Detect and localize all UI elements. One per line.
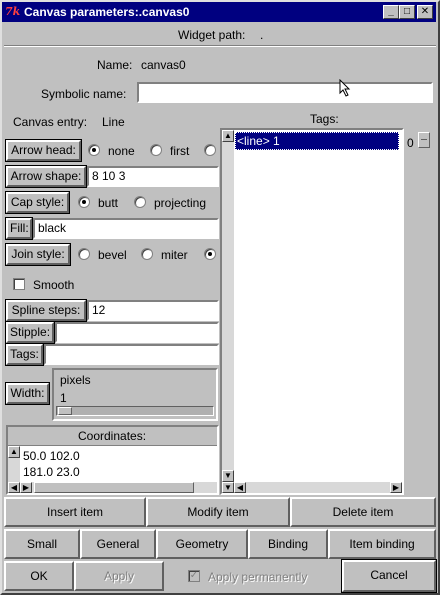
tags-hscrollbar[interactable]: ▼ ◀ ▶: [222, 482, 402, 493]
join-style-round-radio[interactable]: [204, 248, 216, 260]
join-style-miter-label: miter: [161, 248, 188, 262]
cap-style-button[interactable]: Cap style:: [5, 191, 70, 214]
arrow-head-none-radio[interactable]: [88, 144, 100, 156]
widget-path-row: Widget path: .: [4, 24, 436, 46]
insert-item-button[interactable]: Insert item: [4, 497, 146, 527]
coords-scroll-up-icon[interactable]: ▲: [8, 446, 20, 458]
tags-scroll-left-icon[interactable]: ◀: [234, 482, 246, 493]
width-button[interactable]: Width:: [5, 382, 50, 405]
cap-style-projecting-radio[interactable]: [134, 196, 146, 208]
arrow-head-button[interactable]: Arrow head:: [5, 139, 82, 162]
join-style-miter-radio[interactable]: [141, 248, 153, 260]
spline-steps-input[interactable]: 12: [87, 300, 219, 321]
arrow-shape-button[interactable]: Arrow shape:: [5, 165, 87, 188]
stipple-input[interactable]: [55, 322, 219, 343]
width-unit-label: pixels: [60, 373, 91, 387]
widget-path-value: .: [260, 28, 264, 42]
width-value: 1: [60, 391, 67, 405]
fill-input[interactable]: black: [33, 218, 219, 239]
cap-style-butt-radio[interactable]: [78, 196, 90, 208]
tk-app-icon: 7k: [5, 5, 21, 18]
tags-scroll-down-icon[interactable]: ▼: [222, 470, 234, 482]
arrow-head-none-label: none: [108, 144, 135, 158]
tags-side-scale-thumb[interactable]: [418, 132, 430, 148]
tab-item-binding[interactable]: Item binding: [328, 529, 436, 559]
join-style-button[interactable]: Join style:: [5, 243, 71, 266]
apply-permanently-checkbox[interactable]: ✓: [188, 570, 200, 582]
cap-style-projecting-label: projecting: [154, 196, 207, 210]
apply-button[interactable]: Apply: [74, 561, 164, 591]
arrow-head-first-radio[interactable]: [150, 144, 162, 156]
cap-style-butt-label: butt: [98, 196, 119, 210]
modify-item-button[interactable]: Modify item: [146, 497, 290, 527]
apply-permanently-label: Apply permanently: [208, 570, 308, 584]
spline-steps-button[interactable]: Spline steps:: [5, 299, 87, 322]
tags-button[interactable]: Tags:: [5, 343, 44, 366]
stipple-button[interactable]: Stipple:: [5, 321, 55, 344]
tags-list-header: Tags:: [310, 112, 339, 126]
coords-hscroll-thumb[interactable]: [34, 482, 194, 493]
tags-input[interactable]: [44, 344, 219, 365]
width-slider-track[interactable]: [56, 406, 214, 416]
tags-scroll-right-icon[interactable]: ▶: [390, 482, 402, 493]
coordinates-hscrollbar[interactable]: ◀ ▶: [8, 482, 217, 493]
coords-scroll-right-icon[interactable]: ▶: [20, 482, 32, 493]
tags-scroll-up-icon[interactable]: ▲: [222, 130, 234, 142]
arrow-head-first-label: first: [170, 144, 190, 158]
name-value: canvas0: [141, 58, 186, 72]
coordinate-line: 181.0 23.0: [23, 465, 80, 479]
delete-item-button[interactable]: Delete item: [290, 497, 436, 527]
title-bar[interactable]: 7k Canvas parameters:.canvas0 _ □ ✕: [2, 2, 436, 22]
symbolic-name-label: Symbolic name:: [41, 87, 127, 101]
join-style-bevel-label: bevel: [98, 248, 127, 262]
window-title: Canvas parameters:.canvas0: [24, 5, 190, 19]
mouse-cursor-icon: [339, 79, 351, 97]
cancel-button[interactable]: Cancel: [341, 559, 437, 593]
coordinate-line: 50.0 102.0: [23, 449, 80, 463]
minimize-button[interactable]: _: [383, 5, 399, 19]
smooth-label: Smooth: [33, 278, 75, 292]
name-label: Name:: [97, 58, 133, 72]
tab-small[interactable]: Small: [4, 529, 80, 559]
coordinates-header: Coordinates:: [78, 429, 147, 443]
canvas-entry-label: Canvas entry:: [13, 115, 88, 129]
tab-general[interactable]: General: [80, 529, 156, 559]
tags-hscroll-down-icon[interactable]: ▼: [222, 482, 234, 493]
tab-binding[interactable]: Binding: [248, 529, 328, 559]
tags-side-value: 0: [407, 136, 414, 150]
width-slider-thumb[interactable]: [58, 407, 72, 415]
arrow-shape-input[interactable]: 8 10 3: [87, 166, 219, 187]
arrow-head-last-radio[interactable]: [204, 144, 216, 156]
coordinates-vscrollbar[interactable]: ▲: [8, 446, 20, 482]
tags-list-frame: ▲ ▼ <line> 1 ▼ ◀ ▶: [220, 128, 404, 495]
tab-geometry[interactable]: Geometry: [156, 529, 248, 559]
fill-button[interactable]: Fill:: [5, 217, 33, 240]
tags-listbox[interactable]: <line> 1: [234, 130, 402, 482]
close-button[interactable]: ✕: [417, 5, 433, 19]
coords-scroll-left-icon[interactable]: ◀: [8, 482, 20, 493]
coordinates-frame: Coordinates: ▲ 50.0 102.0 181.0 23.0 ◀ ▶: [6, 425, 219, 495]
ok-button[interactable]: OK: [4, 561, 74, 591]
tags-vscrollbar[interactable]: ▲ ▼: [222, 130, 234, 482]
smooth-checkbox[interactable]: [13, 278, 25, 290]
tags-list-item[interactable]: <line> 1: [235, 132, 399, 150]
symbolic-name-input[interactable]: [137, 82, 433, 103]
coordinates-text[interactable]: 50.0 102.0 181.0 23.0: [20, 446, 217, 482]
widget-path-label: Widget path:: [178, 28, 246, 42]
canvas-entry-value: Line: [102, 115, 125, 129]
join-style-bevel-radio[interactable]: [78, 248, 90, 260]
width-scale-frame: pixels 1: [52, 368, 218, 421]
maximize-button[interactable]: □: [399, 5, 415, 19]
